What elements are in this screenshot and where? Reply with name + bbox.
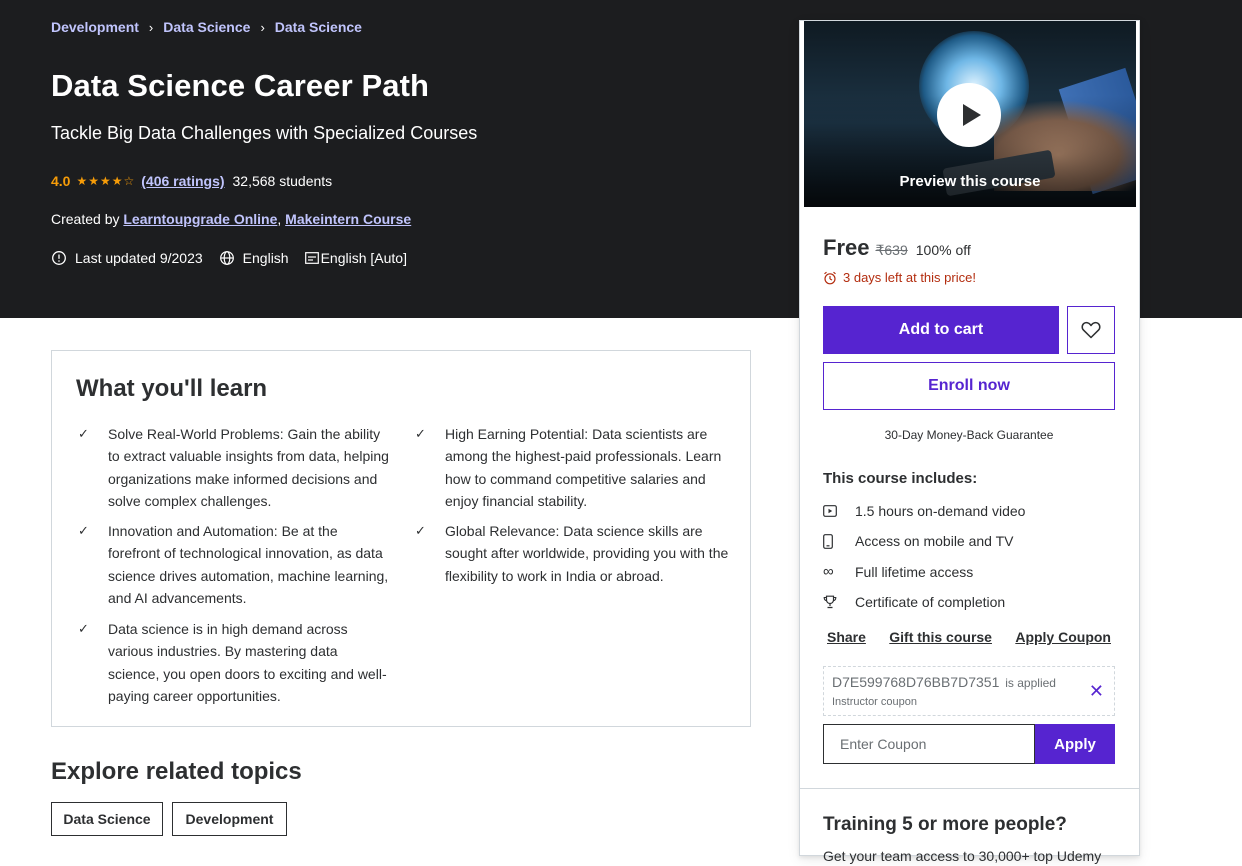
alert-clock-icon xyxy=(52,251,66,265)
price-deadline: 3 days left at this price! xyxy=(823,270,976,285)
created-by-row: Created by Learntoupgrade Online, Makein… xyxy=(51,211,412,227)
coupon-input[interactable] xyxy=(823,724,1035,764)
coupon-code-text: D7E599768D76BB7D7351 xyxy=(832,674,1000,690)
price-current: Free xyxy=(823,235,870,260)
learn-item: ✓ Innovation and Automation: Be at the f… xyxy=(76,520,392,610)
breadcrumb: Development › Data Science › Data Scienc… xyxy=(51,19,362,35)
what-you-learn-title: What you'll learn xyxy=(76,375,268,402)
rating-row: 4.0 ★★★★☆ (406 ratings) 32,568 students xyxy=(51,173,332,189)
learn-item: ✓ Global Relevance: Data science skills … xyxy=(413,520,733,587)
breadcrumb-development[interactable]: Development xyxy=(51,19,139,35)
include-item-mobile: Access on mobile and TV xyxy=(823,533,1014,549)
applied-coupon-box: D7E599768D76BB7D7351 is applied Instruct… xyxy=(823,666,1115,716)
captions-icon xyxy=(304,252,319,264)
meta-row: Last updated 9/2023 English English [Aut… xyxy=(51,250,423,266)
course-title: Data Science Career Path xyxy=(51,68,430,103)
trophy-icon xyxy=(823,595,837,609)
check-icon: ✓ xyxy=(78,426,89,441)
sidebar-links: Share Gift this course Apply Coupon xyxy=(823,629,1115,645)
rating-value: 4.0 xyxy=(51,173,71,189)
coupon-type: Instructor coupon xyxy=(832,696,917,708)
author-link-1[interactable]: Learntoupgrade Online xyxy=(123,211,277,227)
language-text: English xyxy=(242,250,289,266)
training-description: Get your team access to 30,000+ top Udem… xyxy=(823,848,1102,864)
what-you-learn-box: What you'll learn ✓ Solve Real-World Pro… xyxy=(51,350,751,727)
last-updated-text: Last updated 9/2023 xyxy=(75,250,203,266)
gift-course-link[interactable]: Gift this course xyxy=(889,629,992,645)
play-icon[interactable] xyxy=(937,83,1001,147)
apply-coupon-link[interactable]: Apply Coupon xyxy=(1015,629,1111,645)
topic-data-science[interactable]: Data Science xyxy=(51,802,163,836)
include-item-label: 1.5 hours on-demand video xyxy=(855,503,1026,519)
purchase-sidebar: Preview this course Free ₹639 100% off 3… xyxy=(799,20,1140,864)
learn-item: ✓ Data science is in high demand across … xyxy=(76,618,392,708)
globe-icon xyxy=(219,251,234,265)
learn-item-text: Solve Real-World Problems: Gain the abil… xyxy=(108,426,389,510)
video-icon xyxy=(823,505,837,517)
last-updated: Last updated 9/2023 xyxy=(51,250,203,266)
author-link-2[interactable]: Makeintern Course xyxy=(285,211,411,227)
breadcrumb-data-science-sub[interactable]: Data Science xyxy=(275,19,362,35)
chevron-right-icon: › xyxy=(260,19,265,35)
ratings-count-link[interactable]: (406 ratings) xyxy=(141,173,224,189)
include-item-lifetime: ∞ Full lifetime access xyxy=(823,563,973,580)
wishlist-button[interactable] xyxy=(1067,306,1115,354)
share-link[interactable]: Share xyxy=(827,629,866,645)
coupon-applied-text: is applied xyxy=(1005,676,1056,690)
preview-label: Preview this course xyxy=(899,173,1041,190)
chevron-right-icon: › xyxy=(148,19,154,35)
training-title: Training 5 or more people? xyxy=(823,814,1067,835)
include-item-video: 1.5 hours on-demand video xyxy=(823,503,1025,519)
check-icon: ✓ xyxy=(415,426,426,441)
coupon-code: D7E599768D76BB7D7351 is applied xyxy=(832,674,1056,690)
include-item-label: Certificate of completion xyxy=(855,594,1006,610)
learn-item-text: High Earning Potential: Data scientists … xyxy=(445,426,722,510)
course-subtitle: Tackle Big Data Challenges with Speciali… xyxy=(51,123,478,143)
enroll-now-button[interactable]: Enroll now xyxy=(823,362,1115,410)
mobile-icon xyxy=(823,533,833,549)
divider xyxy=(800,788,1139,789)
breadcrumb-data-science[interactable]: Data Science xyxy=(163,19,250,35)
deadline-text: 3 days left at this price! xyxy=(843,270,976,285)
learn-item: ✓ High Earning Potential: Data scientist… xyxy=(413,423,733,513)
heart-icon xyxy=(1081,321,1101,339)
include-item-certificate: Certificate of completion xyxy=(823,594,1005,610)
language: English xyxy=(219,250,289,266)
learn-item-text: Innovation and Automation: Be at the for… xyxy=(108,523,389,607)
learn-item-text: Global Relevance: Data science skills ar… xyxy=(445,523,729,584)
include-item-label: Access on mobile and TV xyxy=(855,533,1014,549)
star-rating-icon: ★★★★☆ xyxy=(76,174,136,188)
students-count: 32,568 students xyxy=(232,173,333,189)
include-item-label: Full lifetime access xyxy=(855,563,974,580)
price-original: ₹639 xyxy=(875,242,908,258)
apply-coupon-button[interactable]: Apply xyxy=(1035,724,1115,764)
learn-item-text: Data science is in high demand across va… xyxy=(108,621,387,705)
learn-item: ✓ Solve Real-World Problems: Gain the ab… xyxy=(76,423,392,513)
price-row: Free ₹639 100% off xyxy=(823,235,971,261)
money-back-guarantee: 30-Day Money-Back Guarantee xyxy=(884,428,1054,442)
price-discount: 100% off xyxy=(915,242,971,258)
topic-development[interactable]: Development xyxy=(172,802,287,836)
includes-title: This course includes: xyxy=(823,470,978,487)
infinity-icon: ∞ xyxy=(823,563,834,580)
created-by-label: Created by xyxy=(51,211,120,227)
check-icon: ✓ xyxy=(78,523,89,538)
explore-topics-title: Explore related topics xyxy=(51,758,302,785)
check-icon: ✓ xyxy=(415,523,426,538)
alarm-clock-icon xyxy=(824,271,836,284)
add-to-cart-button[interactable]: Add to cart xyxy=(823,306,1059,354)
check-icon: ✓ xyxy=(78,621,89,636)
captions-text: English [Auto] xyxy=(320,250,407,266)
captions: English [Auto] xyxy=(304,250,407,266)
course-preview-video[interactable]: Preview this course xyxy=(804,21,1136,207)
close-icon[interactable]: ✕ xyxy=(1089,681,1104,702)
